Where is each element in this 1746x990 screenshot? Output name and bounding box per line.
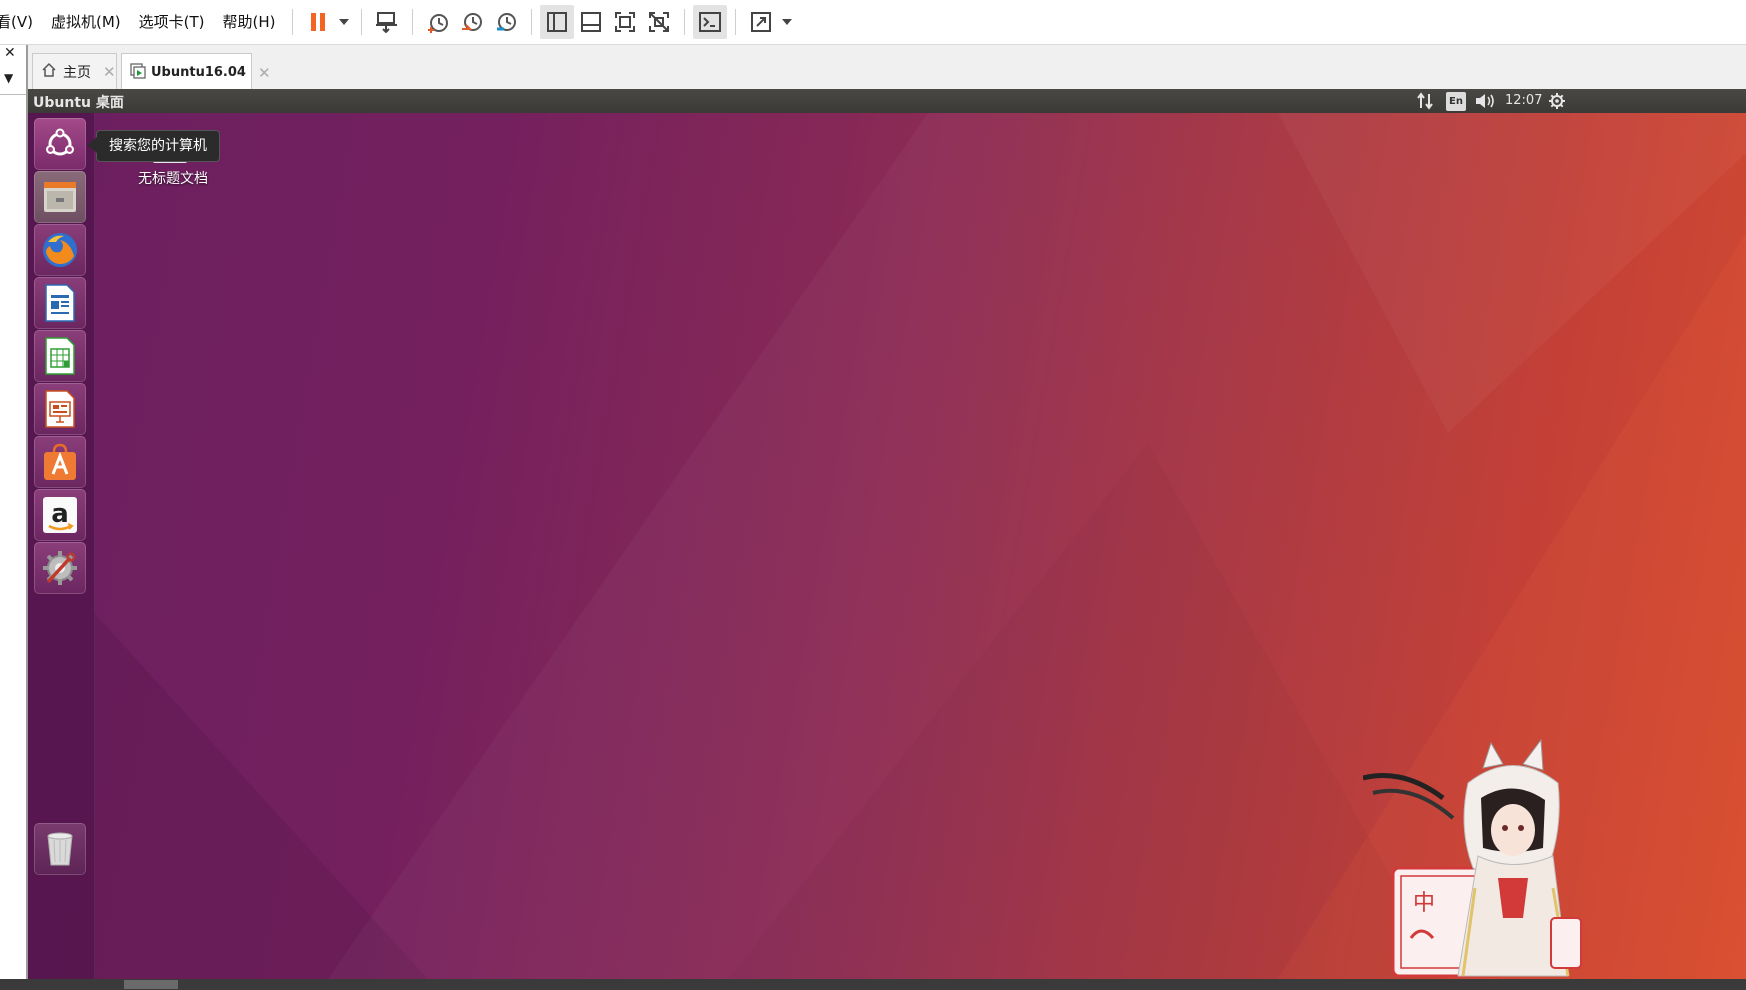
tab-label: Ubuntu16.04	[151, 65, 246, 80]
snapshot-manager-icon[interactable]	[489, 5, 523, 39]
stretch-guest-icon[interactable]	[744, 5, 778, 39]
toolbar-divider	[684, 9, 686, 35]
send-ctrl-alt-del-icon[interactable]	[370, 5, 404, 39]
close-icon[interactable]: ✕	[4, 45, 16, 61]
guest-window-title: Ubuntu 桌面	[33, 95, 124, 111]
amazon-icon[interactable]: a	[34, 489, 86, 541]
thumbnail-bar-icon[interactable]	[574, 5, 608, 39]
console-view-icon[interactable]	[693, 5, 728, 39]
trash-icon[interactable]	[34, 823, 86, 875]
system-gear-icon[interactable]	[1548, 92, 1566, 114]
keyboard-lang-icon[interactable]: En	[1446, 92, 1466, 111]
toolbar-divider	[292, 9, 294, 35]
ubuntu-desktop[interactable]: a 无标题文档 搜索您的计算机 中	[28, 113, 1746, 979]
tab-bar: 主页 ✕ Ubuntu16.04 ✕	[28, 45, 1746, 91]
toolbar-divider	[531, 9, 533, 35]
horizontal-scrollbar[interactable]	[0, 979, 1746, 990]
files-icon[interactable]	[34, 171, 86, 223]
ubuntu-dash-icon[interactable]	[34, 118, 86, 170]
desktop-file-label: 无标题文档	[138, 171, 208, 187]
close-icon[interactable]: ✕	[258, 64, 271, 82]
menu-view[interactable]: 看(V)	[0, 0, 42, 44]
guest-top-panel: Ubuntu 桌面 En 12:07	[28, 89, 1746, 113]
libreoffice-calc-icon[interactable]	[34, 330, 86, 382]
volume-icon[interactable]	[1474, 92, 1496, 114]
clock[interactable]: 12:07	[1505, 93, 1542, 108]
network-updown-icon[interactable]	[1417, 92, 1433, 114]
toolbar-divider	[735, 9, 737, 35]
toolbar-divider	[361, 9, 363, 35]
vm-tab-icon	[130, 62, 146, 83]
close-icon[interactable]: ✕	[103, 63, 116, 81]
libreoffice-impress-icon[interactable]	[34, 383, 86, 435]
libreoffice-writer-icon[interactable]	[34, 277, 86, 329]
svg-text:a: a	[51, 499, 69, 529]
home-icon	[41, 62, 57, 82]
menu-tabs[interactable]: 选项卡(T)	[130, 0, 214, 44]
launcher-tooltip: 搜索您的计算机	[87, 130, 220, 162]
system-settings-icon[interactable]	[34, 542, 86, 594]
svg-text:中: 中	[1413, 891, 1435, 916]
tab-label: 主页	[63, 65, 91, 81]
firefox-icon[interactable]	[34, 224, 86, 276]
tab-ubuntu[interactable]: Ubuntu16.04 ✕	[121, 53, 271, 91]
dropdown-arrow-icon[interactable]	[335, 5, 353, 39]
unity-mode-icon[interactable]	[642, 5, 676, 39]
menu-vm[interactable]: 虚拟机(M)	[42, 0, 130, 44]
mascot-sticker: 中	[1362, 738, 1583, 979]
software-center-icon[interactable]	[34, 436, 86, 488]
snapshot-icon[interactable]	[421, 5, 455, 39]
host-menubar: 看(V) 虚拟机(M) 选项卡(T) 帮助(H)	[0, 0, 1746, 45]
dropdown-arrow-icon[interactable]	[778, 5, 796, 39]
library-view-icon[interactable]	[540, 5, 575, 39]
scrollbar-thumb[interactable]	[124, 980, 178, 989]
tab-home[interactable]: 主页 ✕	[32, 53, 117, 90]
chevron-down-icon[interactable]: ▼	[4, 71, 13, 85]
library-divider	[0, 94, 26, 95]
unity-launcher: a	[28, 113, 95, 979]
fullscreen-icon[interactable]	[608, 5, 642, 39]
pause-icon[interactable]	[301, 5, 335, 39]
revert-snapshot-icon[interactable]	[455, 5, 489, 39]
menu-help[interactable]: 帮助(H)	[214, 0, 285, 44]
toolbar-divider	[412, 9, 414, 35]
library-pane: ✕ ▼	[0, 45, 28, 990]
